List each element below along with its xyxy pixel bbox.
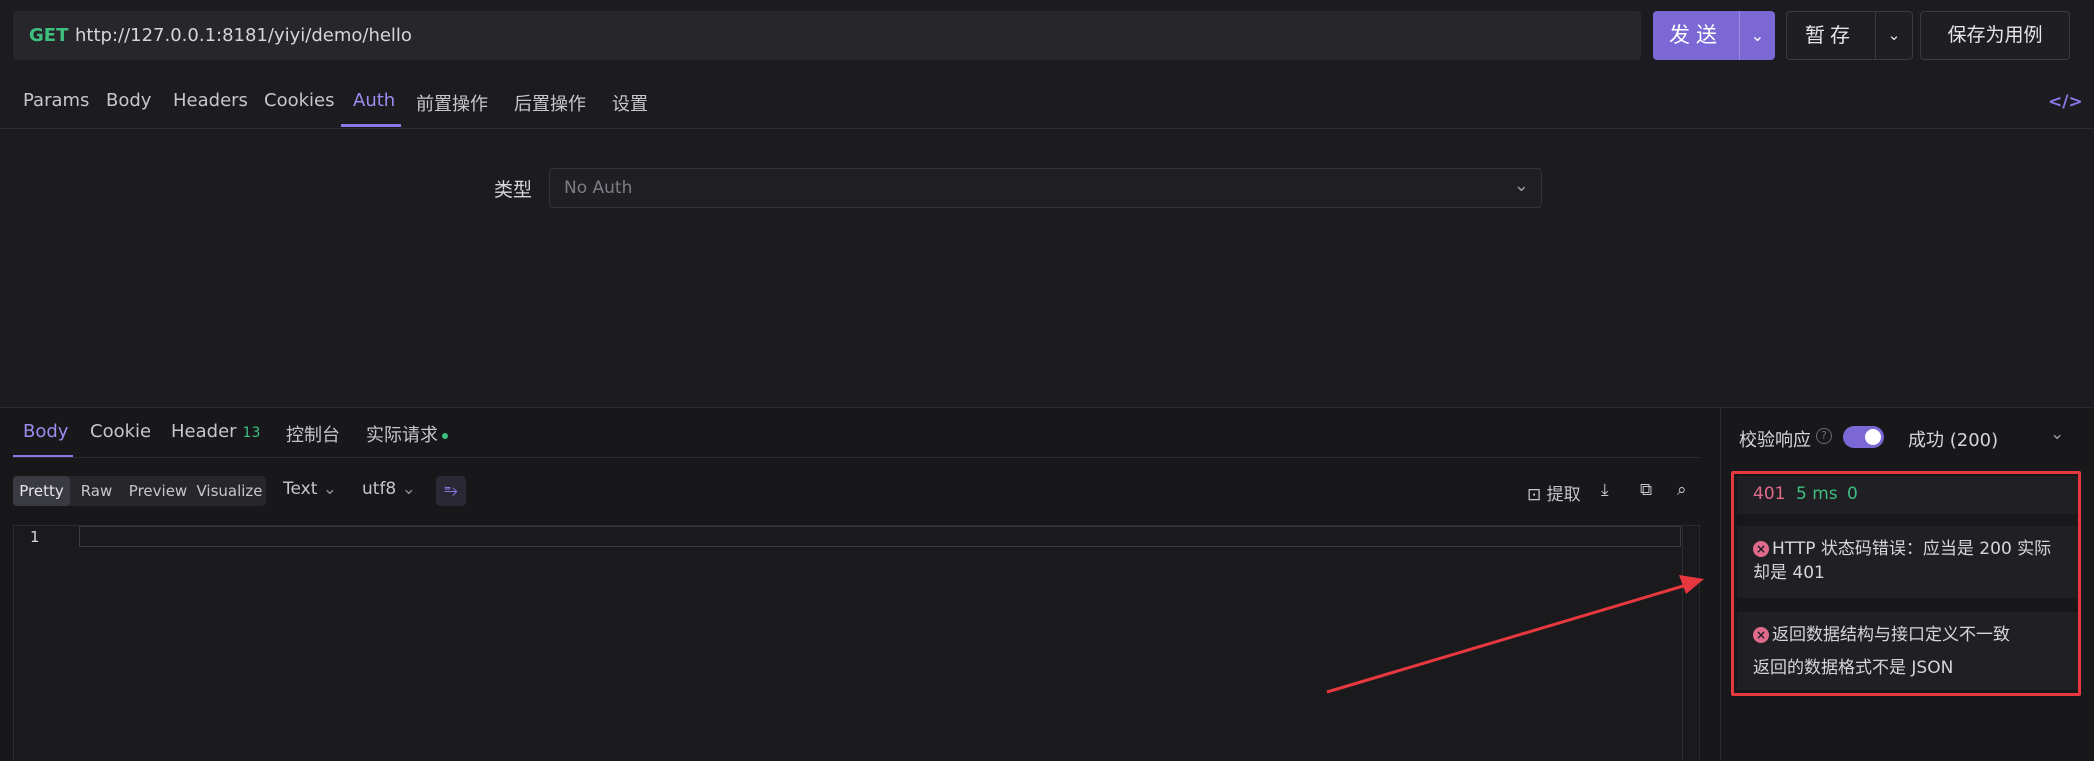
annotation-arrow-icon xyxy=(1326,575,1704,694)
